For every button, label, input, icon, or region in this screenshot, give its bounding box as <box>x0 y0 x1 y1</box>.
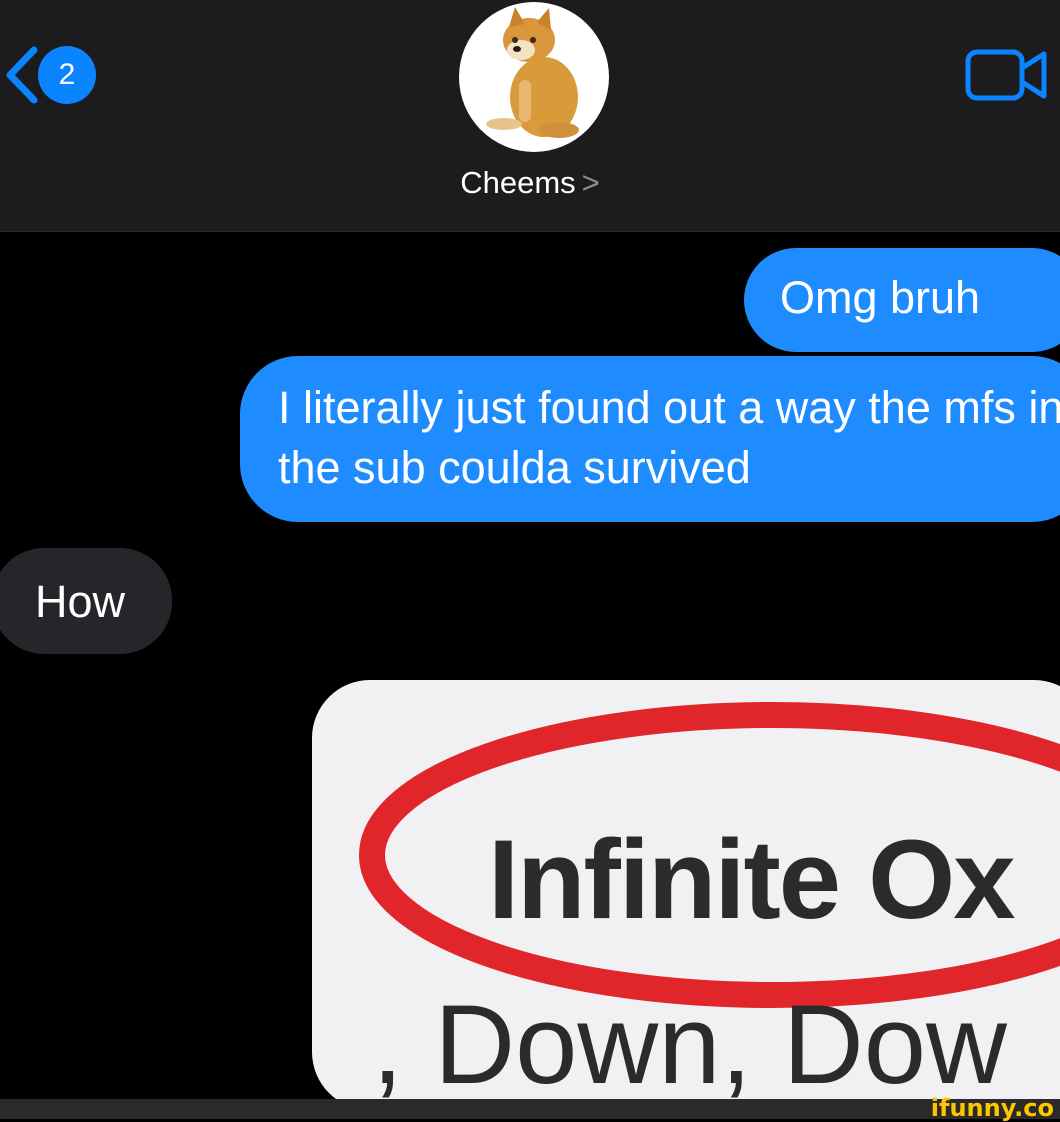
dog-avatar-icon <box>486 7 579 138</box>
chevron-left-icon <box>6 46 38 104</box>
back-button[interactable]: 2 <box>0 44 110 106</box>
contact-name[interactable]: Cheems > <box>0 165 1060 201</box>
outgoing-message[interactable]: I literally just found out a way the mfs… <box>240 356 1060 522</box>
conversation-header: 2 Cheems > <box>0 0 1060 232</box>
contact-name-label: Cheems <box>460 165 576 200</box>
image-text-line: Infinite Ox <box>488 817 1016 942</box>
video-camera-icon <box>965 49 1047 101</box>
footer-bar <box>0 1099 1060 1119</box>
avatar[interactable] <box>459 2 609 152</box>
incoming-message[interactable]: How <box>0 548 172 654</box>
image-message[interactable]: Infinite Ox , Down, Dow <box>312 680 1060 1110</box>
image-text-line: , Down, Dow <box>372 982 1007 1107</box>
outgoing-message[interactable]: Omg bruh <box>744 248 1060 352</box>
video-call-button[interactable] <box>964 47 1050 103</box>
unread-count-badge: 2 <box>38 46 96 104</box>
watermark: ifunny.co <box>930 1094 1054 1122</box>
chevron-right-icon: > <box>581 165 600 200</box>
